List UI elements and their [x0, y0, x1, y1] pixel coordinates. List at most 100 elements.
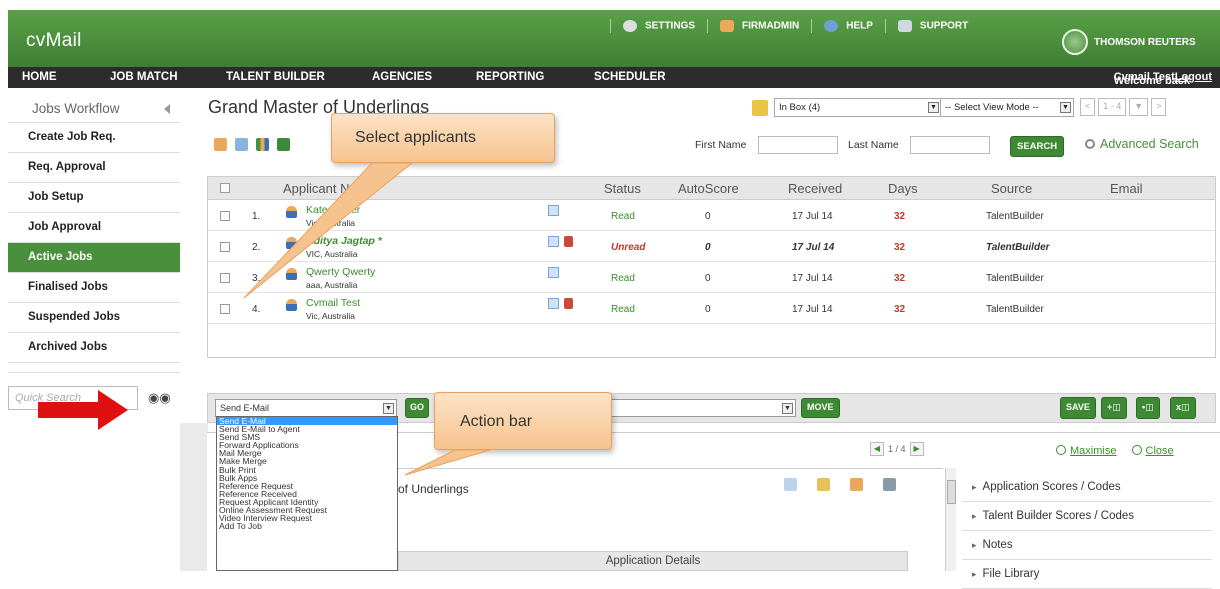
document-icon[interactable] — [548, 205, 559, 216]
sidebar-item-suspended-jobs[interactable]: Suspended Jobs — [8, 303, 180, 333]
table-row[interactable]: 1. Kate Maher Vic, Australia Read 0 17 Jul 14… — [208, 200, 1215, 231]
users-icon[interactable] — [850, 478, 863, 491]
table-row[interactable]: 4. Cvmail Test Vic, Australia Read 0 17 Jul 1… — [208, 293, 1215, 324]
applicant-name-link[interactable]: Kate Maher — [306, 204, 360, 216]
collapse-icon[interactable] — [164, 104, 170, 114]
dropdown-arrow-icon[interactable]: ▼ — [928, 102, 939, 113]
nav-talent-builder[interactable]: TALENT BUILDER — [226, 71, 325, 83]
panel-notes[interactable]: Notes — [962, 531, 1212, 560]
quick-search-input[interactable]: Quick Search — [8, 386, 138, 410]
support-link[interactable]: SUPPORT — [897, 20, 968, 32]
calendar-icon[interactable] — [235, 138, 248, 151]
excel-icon[interactable] — [277, 138, 290, 151]
print-icon[interactable] — [883, 478, 896, 491]
panel-file-library[interactable]: File Library — [962, 560, 1212, 589]
panel-talent-builder-scores[interactable]: Talent Builder Scores / Codes — [962, 502, 1212, 531]
select-all-checkbox[interactable] — [220, 183, 230, 193]
table-row[interactable]: 3. Qwerty Qwerty aaa, Australia Read 0 17 Jul… — [208, 262, 1215, 293]
help-link[interactable]: HELP — [824, 20, 873, 32]
advanced-search-label[interactable]: Advanced Search — [1100, 137, 1199, 151]
view-mode: -- Select View Mode -- ▼ — [940, 98, 1074, 117]
settings-label[interactable]: SETTINGS — [645, 21, 695, 32]
document-icon[interactable] — [548, 298, 559, 309]
col-received[interactable]: Received — [788, 181, 842, 196]
sidebar-item-archived-jobs[interactable]: Archived Jobs — [8, 333, 180, 363]
dropdown-option[interactable]: Add To Job — [217, 522, 397, 531]
support-label[interactable]: SUPPORT — [920, 21, 968, 32]
sidebar-item-req-approval[interactable]: Req. Approval — [8, 153, 180, 183]
row-checkbox[interactable] — [220, 242, 230, 252]
settings-link[interactable]: SETTINGS — [623, 20, 695, 32]
view-cart-button[interactable]: •◫ — [1136, 397, 1160, 419]
firmadmin-label[interactable]: FIRMADMIN — [742, 21, 799, 32]
col-days[interactable]: Days — [888, 181, 918, 196]
row-checkbox[interactable] — [220, 273, 230, 283]
prev-page-icon[interactable]: < — [1080, 98, 1096, 116]
app-logo[interactable]: cvMail — [26, 30, 82, 52]
maximise-link[interactable]: Maximise — [1070, 445, 1116, 457]
nav-agencies[interactable]: AGENCIES — [372, 71, 432, 83]
table-row[interactable]: 2. Aditya Jagtap * VIC, Australia Unread 0 17… — [208, 231, 1215, 262]
advanced-search-link[interactable]: Advanced Search — [1085, 137, 1199, 151]
applicant-name-link[interactable]: Cvmail Test — [306, 297, 360, 309]
inbox-value: In Box (4) — [779, 102, 821, 113]
go-button[interactable]: GO — [405, 398, 430, 418]
nav-scheduler[interactable]: SCHEDULER — [594, 71, 666, 83]
sidebar-item-create-job[interactable]: Create Job Req. — [8, 123, 180, 153]
calendar-icon[interactable] — [784, 478, 797, 491]
nav-reporting[interactable]: REPORTING — [476, 71, 544, 83]
nav-job-match[interactable]: JOB MATCH — [110, 71, 178, 83]
folder-icon[interactable] — [817, 478, 830, 491]
remove-from-cart-button[interactable]: x◫ — [1170, 397, 1196, 419]
document-icon[interactable] — [548, 267, 559, 278]
move-button[interactable]: MOVE — [801, 398, 840, 418]
dropdown-arrow-icon[interactable]: ▼ — [1060, 102, 1071, 113]
close-link[interactable]: Close — [1146, 445, 1174, 457]
applicant-icon[interactable] — [214, 138, 227, 151]
preview-scrollbar[interactable] — [945, 468, 956, 571]
sidebar-item-active-jobs[interactable]: Active Jobs — [8, 243, 180, 273]
next-applicant-icon[interactable]: ▶ — [909, 442, 924, 456]
last-name-input[interactable] — [910, 136, 990, 154]
flag-icon[interactable] — [564, 236, 573, 247]
applicant-name-link[interactable]: Qwerty Qwerty — [306, 266, 375, 278]
document-icon[interactable] — [548, 236, 559, 247]
next-page-icon[interactable]: > — [1151, 98, 1167, 116]
sidebar-item-job-approval[interactable]: Job Approval — [8, 213, 180, 243]
binoculars-icon[interactable]: ◉◉ — [148, 390, 171, 406]
inbox-select[interactable]: In Box (4) ▼ — [774, 98, 942, 117]
page-select-icon[interactable]: ▼ — [1129, 98, 1149, 116]
row-checkbox[interactable] — [220, 304, 230, 314]
sidebar-heading[interactable]: Jobs Workflow — [8, 94, 180, 123]
chart-icon[interactable] — [256, 138, 269, 151]
col-status[interactable]: Status — [604, 181, 641, 196]
col-source[interactable]: Source — [991, 181, 1032, 196]
first-name-input[interactable] — [758, 136, 838, 154]
view-mode-select[interactable]: -- Select View Mode -- ▼ — [940, 98, 1074, 117]
firmadmin-link[interactable]: FIRMADMIN — [720, 20, 799, 32]
col-email[interactable]: Email — [1110, 181, 1143, 196]
add-to-cart-button[interactable]: +◫ — [1101, 397, 1127, 419]
action-select[interactable]: Send E-Mail ▼ — [215, 399, 397, 417]
maximise-icon[interactable] — [1056, 445, 1066, 455]
nav-home[interactable]: HOME — [22, 71, 57, 83]
received-date: 17 Jul 14 — [792, 242, 835, 253]
dropdown-arrow-icon[interactable]: ▼ — [383, 403, 394, 414]
help-label[interactable]: HELP — [846, 21, 873, 32]
row-checkbox[interactable] — [220, 211, 230, 221]
move-select[interactable]: ▼ — [610, 399, 796, 417]
sidebar-item-finalised-jobs[interactable]: Finalised Jobs — [8, 273, 180, 303]
scroll-thumb[interactable] — [947, 480, 956, 504]
applicant-name-link[interactable]: Aditya Jagtap * — [306, 235, 382, 247]
save-button[interactable]: SAVE — [1060, 397, 1096, 419]
preview-tools — [784, 478, 896, 491]
col-applicant-name[interactable]: Applicant Name — [283, 181, 375, 196]
close-icon[interactable] — [1131, 445, 1142, 455]
col-autoscore[interactable]: AutoScore — [678, 181, 739, 196]
prev-applicant-icon[interactable]: ◀ — [870, 442, 884, 456]
search-button[interactable]: SEARCH — [1010, 136, 1065, 157]
flag-icon[interactable] — [564, 298, 573, 309]
sidebar-item-job-setup[interactable]: Job Setup — [8, 183, 180, 213]
dropdown-arrow-icon[interactable]: ▼ — [782, 403, 793, 414]
panel-application-scores[interactable]: Application Scores / Codes — [962, 473, 1212, 502]
